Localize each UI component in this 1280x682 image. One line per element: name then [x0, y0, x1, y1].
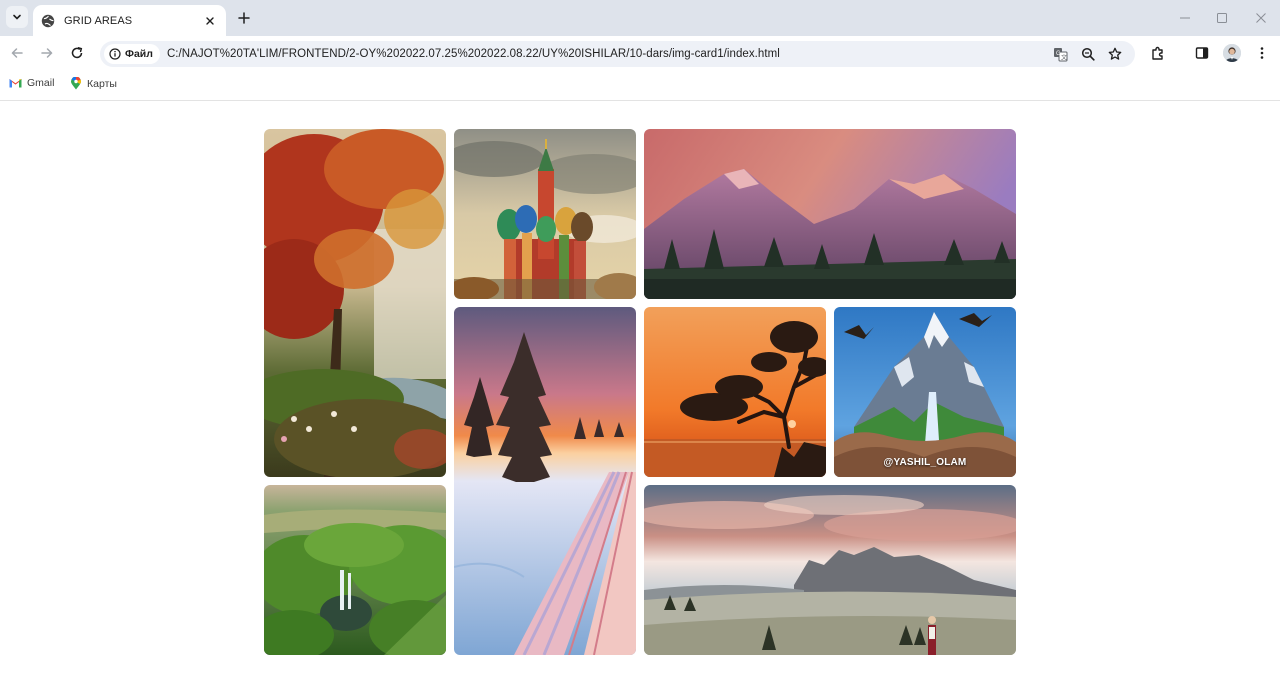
- bookmark-maps[interactable]: Карты: [70, 77, 117, 90]
- bookmark-gmail[interactable]: Gmail: [9, 77, 54, 89]
- toolbar: Файл C:/NAJOT%20TA'LIM/FRONTEND/2-OY%202…: [0, 36, 1280, 70]
- extensions-icon[interactable]: [1148, 44, 1166, 62]
- more-vertical-icon[interactable]: [1253, 44, 1271, 62]
- forward-arrow-icon[interactable]: [37, 43, 57, 63]
- image-card-tree-sunset: [644, 307, 826, 477]
- avatar[interactable]: [1223, 44, 1241, 62]
- close-window-icon[interactable]: [1253, 10, 1269, 26]
- info-icon: [109, 48, 121, 60]
- image-card-pink-mountains: [644, 129, 1016, 299]
- maps-pin-icon: [71, 77, 81, 90]
- tab-title: GRID AREAS: [64, 14, 133, 27]
- translate-icon[interactable]: G文: [1052, 46, 1068, 62]
- image-card-snowy-sunset-road: [454, 307, 636, 655]
- plus-icon[interactable]: [234, 8, 254, 28]
- page-content: @YASHIL_OLAM: [0, 101, 1280, 682]
- image-card-autumn-forest: [264, 129, 446, 477]
- globe-icon: [41, 14, 55, 28]
- maximize-icon[interactable]: [1214, 10, 1230, 26]
- svg-text:文: 文: [1061, 53, 1067, 61]
- address-bar[interactable]: Файл C:/NAJOT%20TA'LIM/FRONTEND/2-OY%202…: [100, 41, 1135, 67]
- image-card-meadow-dolomites: [644, 485, 1016, 655]
- side-panel-icon[interactable]: [1193, 44, 1211, 62]
- bookmark-label: Карты: [87, 77, 117, 90]
- image-card-cathedral: [454, 129, 636, 299]
- close-icon[interactable]: [202, 13, 218, 29]
- watermark-text: @YASHIL_OLAM: [883, 457, 967, 468]
- site-chip-label: Файл: [125, 48, 153, 60]
- active-tab[interactable]: GRID AREAS: [33, 5, 226, 36]
- star-icon[interactable]: [1107, 46, 1123, 62]
- tab-strip: GRID AREAS: [0, 0, 1280, 36]
- tab-search-button[interactable]: [6, 6, 28, 28]
- zoom-icon[interactable]: [1080, 46, 1096, 62]
- image-card-mountain-in-hands: @YASHIL_OLAM: [834, 307, 1016, 477]
- reload-icon[interactable]: [67, 43, 87, 63]
- bookmarks-bar: Gmail Карты: [0, 70, 1280, 101]
- image-card-jungle-waterfall: [264, 485, 446, 655]
- chevron-down-icon: [13, 14, 21, 20]
- bookmark-label: Gmail: [27, 77, 55, 89]
- site-info-chip[interactable]: Файл: [104, 44, 160, 64]
- url-text[interactable]: C:/NAJOT%20TA'LIM/FRONTEND/2-OY%202022.0…: [167, 48, 780, 60]
- minimize-icon[interactable]: [1177, 10, 1193, 26]
- image-grid: @YASHIL_OLAM: [264, 129, 1016, 655]
- back-arrow-icon[interactable]: [7, 43, 27, 63]
- gmail-icon: [9, 79, 22, 88]
